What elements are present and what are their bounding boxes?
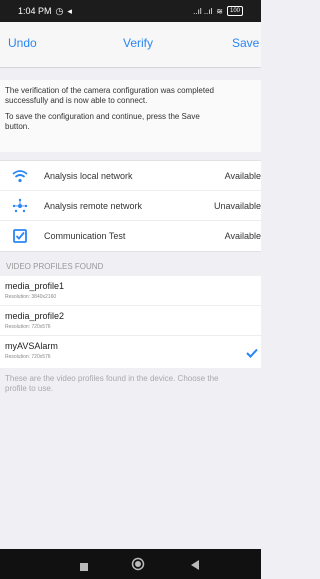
network-label: Communication Test [44,231,126,241]
home-icon[interactable] [131,557,145,576]
undo-button[interactable]: Undo [8,36,37,50]
notification-icon: ◷ [55,5,64,16]
network-status: Available [224,231,261,241]
profiles-help-text: These are the video profiles found in th… [0,370,261,410]
battery-icon: 100 [226,6,243,16]
message-line-2: successfully and is now able to connect. [5,96,148,105]
empty-area [0,410,261,549]
save-button[interactable]: Save [232,36,259,50]
profile-row-selected[interactable]: myAVSAlarm Resolution: 720x576 [0,336,261,366]
network-label: Analysis remote network [44,200,143,211]
back-icon[interactable] [190,558,200,576]
status-time: 1:04 PM [18,6,52,16]
section-header: VIDEO PROFILES FOUND [0,256,261,276]
network-row-communication[interactable]: Communication Test Available [0,221,261,251]
profile-resolution: Resolution: 720x576 [5,354,51,360]
profile-name: media_profile1 [5,281,65,291]
signal-icon: ..ıl ..ıl [193,6,213,16]
profile-resolution: Resolution: 720x576 [5,324,51,330]
message-paragraph-1: The verification of the camera configura… [5,86,261,106]
wifi-icon [12,168,28,184]
network-status: Unavailable [213,200,261,211]
verify-button[interactable]: Verify [123,36,153,50]
checkmark-icon [246,345,258,363]
message-line-1: The verification of the camera configura… [5,86,214,95]
checkbox-icon [12,228,28,244]
message-line-4: button. [5,122,30,131]
wifi-status-icon: ≋ [216,6,223,16]
help-line-1: These are the video profiles found in th… [5,374,219,383]
top-toolbar: Undo Verify Save [0,22,261,68]
profile-row[interactable]: media_profile2 Resolution: 720x576 [0,306,261,336]
network-check-list: Analysis local network Available Analysi… [0,160,261,252]
recents-icon[interactable] [79,559,89,577]
location-icon: ◂ [67,5,72,16]
network-status: Available [224,170,261,181]
profile-list: media_profile1 Resolution: 3840x2160 med… [0,276,261,368]
message-paragraph-2: To save the configuration and continue, … [5,112,261,132]
profile-name: myAVSAlarm [5,341,58,351]
message-line-3: To save the configuration and continue, … [5,112,200,121]
status-bar: 1:04 PM ◷ ◂ ..ıl ..ıl ≋ 100 [0,0,261,22]
network-row-remote[interactable]: Analysis remote network Unavailable [0,191,261,221]
network-row-local[interactable]: Analysis local network Available [0,161,261,191]
help-line-2: profile to use. [5,384,54,393]
profile-row[interactable]: media_profile1 Resolution: 3840x2160 [0,276,261,306]
remote-network-icon [12,198,28,214]
network-label: Analysis local network [44,170,133,181]
system-navigation-bar [0,549,261,579]
spacer [0,68,261,80]
profile-resolution: Resolution: 3840x2160 [5,294,57,300]
profile-name: media_profile2 [5,311,65,321]
verification-message: The verification of the camera configura… [0,80,261,152]
